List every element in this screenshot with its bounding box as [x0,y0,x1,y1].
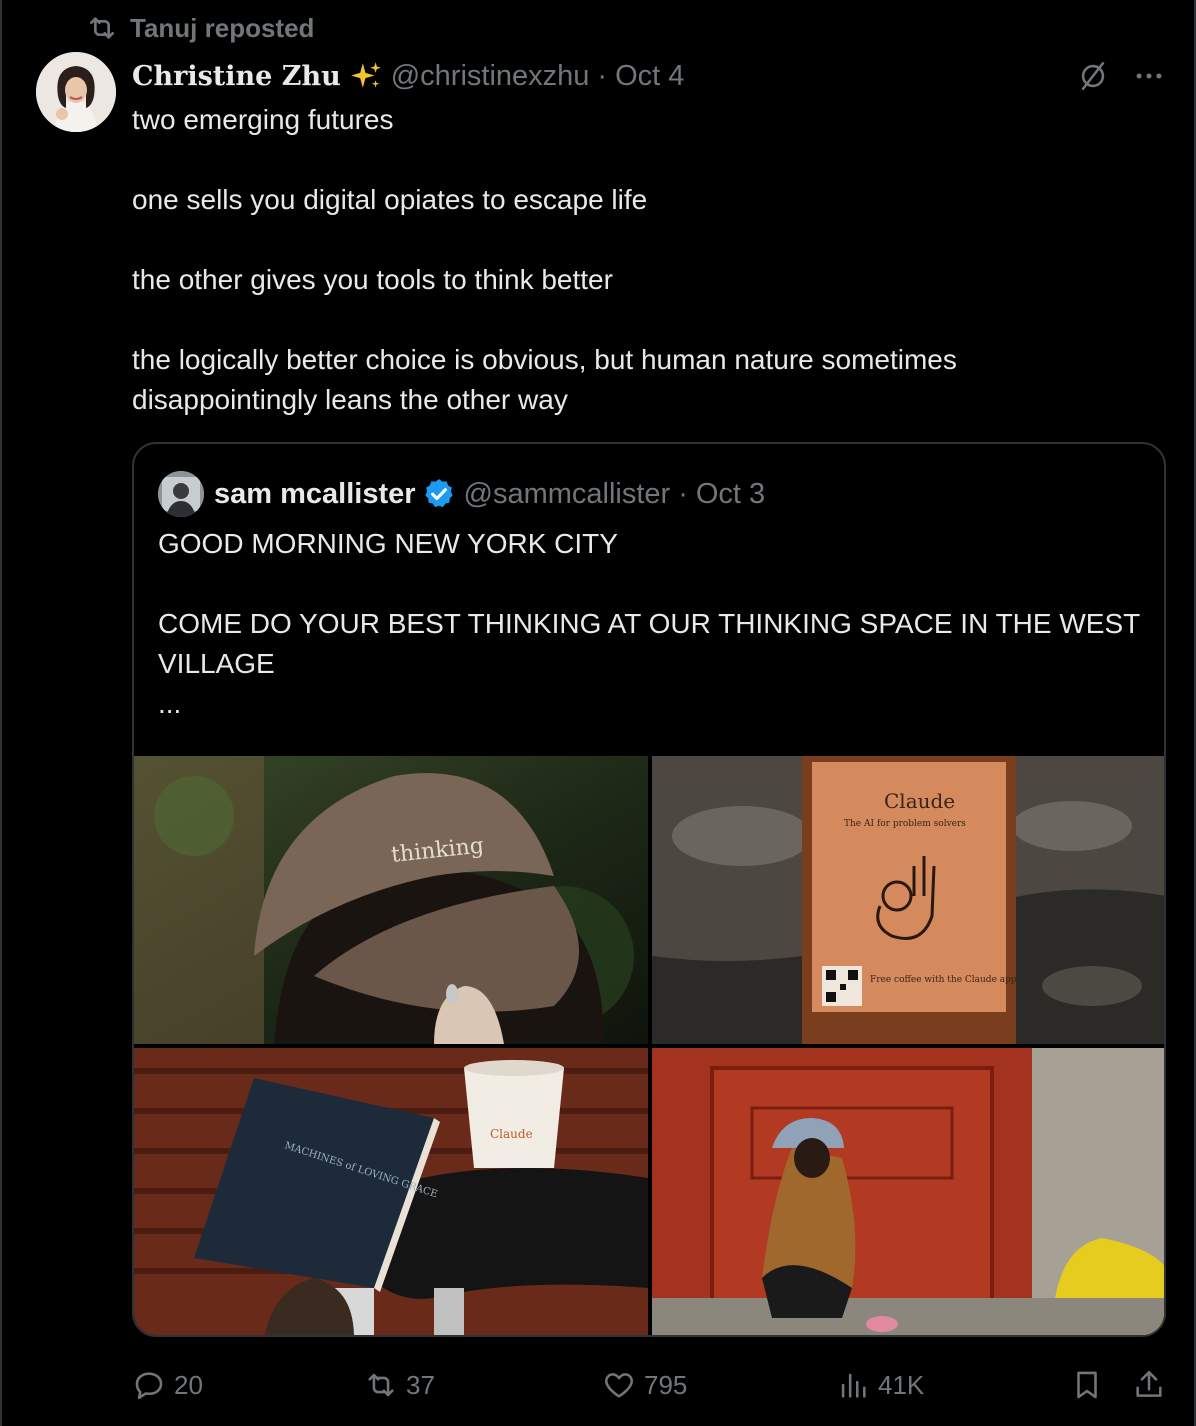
reply-icon [135,1372,163,1400]
tweet-line: one sells you digital opiates to escape … [132,184,648,215]
tweet-date[interactable]: Oct 4 [615,60,684,93]
quoted-tweet-header: sam mcallister @sammcallister · Oct 3 [158,471,765,517]
sign-offer: Free coffee with the Claude app [870,975,1017,985]
media-grid: thinking Claude The AI for problem solve… [134,756,1164,1335]
quoted-line: COME DO YOUR BEST THINKING AT OUR THINKI… [158,608,1140,679]
views-button[interactable]: 41K [836,1362,924,1408]
repost-icon [368,1373,394,1397]
tweet-actions: 20 37 795 41K [132,1362,1172,1408]
media-image-red-door[interactable] [652,1048,1164,1335]
repost-count: 37 [406,1369,435,1400]
tweet-header: Christine Zhu @christinexzhu · Oct 4 [132,54,1166,98]
header-actions [1076,54,1166,98]
reply-count: 20 [174,1369,203,1400]
heart-icon [605,1373,633,1398]
like-button[interactable]: 795 [602,1362,687,1408]
tweet-line: the other gives you tools to think bette… [132,264,613,295]
sparkles-icon [350,62,381,88]
left-divider [0,0,2,1426]
author-handle[interactable]: @christinexzhu [391,60,590,93]
share-button[interactable] [1132,1362,1166,1408]
tweet-line: two emerging futures [132,104,394,135]
repost-button[interactable]: 37 [364,1362,435,1408]
quoted-ellipsis: ... [158,688,182,719]
author-avatar[interactable] [36,52,116,132]
separator-dot: · [678,477,688,510]
separator-dot: · [597,59,608,92]
quoted-line: GOOD MORNING NEW YORK CITY [158,528,618,559]
views-chart-icon [841,1373,866,1398]
avatar-photo [36,52,116,132]
bookmark-button[interactable] [1070,1362,1104,1408]
sign-brand: Claude [884,789,955,813]
quoted-author-avatar[interactable] [158,471,204,517]
media-image-thinking-cap[interactable]: thinking [134,756,648,1044]
more-options-icon[interactable] [1132,59,1166,93]
media-image-book-coffee[interactable]: MACHINES of LOVING GRACE Claude [134,1048,648,1335]
views-count: 41K [878,1369,925,1400]
quoted-tweet[interactable]: sam mcallister @sammcallister · Oct 3 GO… [132,442,1166,1337]
repost-icon [90,17,114,39]
repost-label: Tanuj reposted [130,12,315,43]
sign-tagline: The AI for problem solvers [844,819,966,829]
share-icon [1136,1370,1162,1397]
bookmark-icon [1077,1371,1097,1399]
quoted-tweet-date[interactable]: Oct 3 [696,478,765,511]
quoted-tweet-text: GOOD MORNING NEW YORK CITY COME DO YOUR … [158,524,1148,724]
reply-button[interactable]: 20 [132,1362,203,1408]
like-count: 795 [644,1369,688,1400]
tweet-text: two emerging futures one sells you digit… [132,100,1132,420]
cup-brand: Claude [490,1127,533,1141]
author-name[interactable]: Christine Zhu [132,61,341,92]
quoted-author-name[interactable]: sam mcallister [214,478,416,511]
media-image-claude-sign[interactable]: Claude The AI for problem solvers Free c… [652,756,1164,1044]
grok-icon[interactable] [1076,59,1110,93]
quoted-author-handle[interactable]: @sammcallister [464,478,671,511]
tweet-line: the logically better choice is obvious, … [132,344,957,415]
verified-badge-icon [424,479,453,508]
repost-indicator[interactable]: Tanuj reposted [86,12,314,44]
quoted-avatar-photo [158,471,204,517]
